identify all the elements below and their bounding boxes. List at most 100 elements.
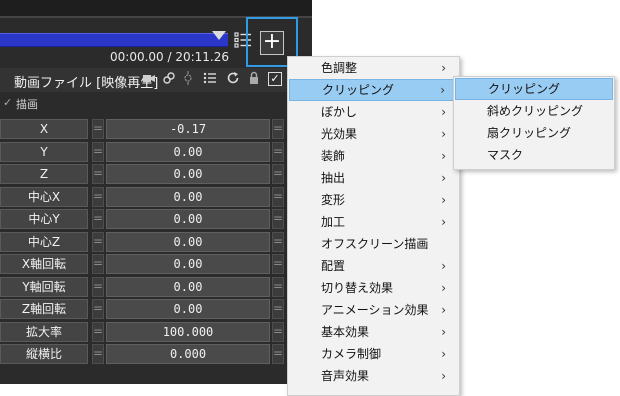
chevron-right-icon: › — [441, 303, 446, 317]
menu-item[interactable]: 抽出 › — [289, 167, 458, 189]
param-value-field[interactable]: 0.00 — [106, 164, 270, 184]
menu-item[interactable]: アニメーション効果 › — [289, 299, 458, 321]
object-enable-checkbox[interactable]: ✓ — [268, 72, 282, 86]
menu-item[interactable]: 加工 › — [289, 211, 458, 233]
submenu-item[interactable]: 扇クリッピング — [455, 122, 613, 144]
decrement-button[interactable]: = — [92, 164, 104, 184]
param-label-button[interactable]: Y — [0, 141, 88, 162]
param-row: 中心Z = 0.00 = — [0, 231, 312, 254]
timecode-display: 00:00.00 / 20:11.26 — [110, 50, 230, 64]
decrement-button[interactable]: = — [92, 299, 104, 319]
param-value-field[interactable]: 0.00 — [106, 141, 270, 162]
param-label-button[interactable]: X軸回転 — [0, 254, 88, 274]
menu-list-icon[interactable] — [203, 71, 217, 89]
seek-bar[interactable] — [0, 33, 228, 47]
param-value-field[interactable]: -0.17 — [106, 119, 270, 139]
refresh-icon[interactable] — [226, 71, 240, 89]
param-value-field[interactable]: 0.00 — [106, 299, 270, 319]
increment-button[interactable]: = — [272, 141, 284, 162]
menu-item-label: 切り替え効果 — [321, 281, 394, 295]
param-value-field[interactable]: 0.00 — [106, 231, 270, 252]
decrement-button[interactable]: = — [92, 231, 104, 252]
decrement-button[interactable]: = — [92, 141, 104, 162]
seek-handle[interactable] — [212, 31, 226, 40]
menu-item[interactable]: クリッピング › — [289, 79, 458, 101]
increment-button[interactable]: = — [272, 231, 284, 252]
decrement-button[interactable]: = — [92, 321, 104, 342]
increment-button[interactable]: = — [272, 164, 284, 184]
menu-item-label: アニメーション効果 — [321, 303, 429, 317]
menu-item-label: 色調整 — [321, 61, 358, 75]
add-filter-button[interactable]: + — [260, 31, 284, 55]
filter-context-menu: 色調整 › クリッピング › ぼかし › 光効果 › 装飾 › 抽出 › 変形 › 加工 › オフスクリーン描画… — [287, 56, 460, 396]
decrement-button[interactable]: = — [92, 209, 104, 229]
chevron-right-icon: › — [441, 171, 446, 185]
param-value-field[interactable]: 0.00 — [106, 209, 270, 229]
param-row: Z軸回転 = 0.00 = — [0, 299, 312, 321]
increment-button[interactable]: = — [272, 254, 284, 274]
link-icon[interactable] — [162, 71, 176, 89]
chevron-right-icon: › — [441, 61, 446, 75]
chevron-down-icon: ✓ — [3, 96, 13, 109]
param-value-field[interactable]: 0.00 — [106, 254, 270, 274]
param-row: 拡大率 = 100.000 = — [0, 321, 312, 344]
menu-item[interactable]: 光効果 › — [289, 123, 458, 145]
param-label-button[interactable]: 縦横比 — [0, 344, 88, 364]
param-row: Y軸回転 = 0.00 = — [0, 276, 312, 299]
menu-item[interactable]: 配置 › — [289, 255, 458, 277]
increment-button[interactable]: = — [272, 209, 284, 229]
menu-item-label: カメラ制御 — [321, 347, 382, 361]
menu-item-label: 装飾 — [321, 149, 346, 163]
increment-button[interactable]: = — [272, 344, 284, 364]
decrement-button[interactable]: = — [92, 344, 104, 364]
increment-button[interactable]: = — [272, 321, 284, 342]
increment-button[interactable]: = — [272, 186, 284, 207]
chevron-right-icon: › — [441, 149, 446, 163]
param-value-field[interactable]: 100.000 — [106, 321, 270, 342]
decrement-button[interactable]: = — [92, 119, 104, 139]
menu-item[interactable]: 切り替え効果 › — [289, 277, 458, 299]
param-row: 中心X = 0.00 = — [0, 186, 312, 209]
lock-icon[interactable] — [248, 71, 260, 89]
menu-item-label: オフスクリーン描画 — [321, 237, 429, 251]
param-label-button[interactable]: 中心Z — [0, 231, 88, 252]
chevron-right-icon: › — [441, 105, 446, 119]
menu-item[interactable]: 色調整 › — [289, 57, 458, 79]
object-title: 動画ファイル [映像再生] — [14, 76, 159, 91]
camera-icon[interactable] — [142, 71, 156, 89]
param-label-button[interactable]: Z軸回転 — [0, 299, 88, 319]
param-value-field[interactable]: 0.00 — [106, 186, 270, 207]
submenu-item[interactable]: マスク — [455, 144, 613, 166]
draw-section-header[interactable]: ✓ 描画 — [0, 94, 312, 112]
submenu-item-label: クリッピング — [488, 82, 561, 96]
decrement-button[interactable]: = — [92, 254, 104, 274]
plus-icon: + — [262, 29, 282, 54]
param-label-button[interactable]: Y軸回転 — [0, 276, 88, 297]
menu-item[interactable]: オフスクリーン描画 — [289, 233, 458, 255]
param-value-field[interactable]: 0.00 — [106, 276, 270, 297]
param-label-button[interactable]: X — [0, 119, 88, 139]
menu-item[interactable]: 装飾 › — [289, 145, 458, 167]
param-label-button[interactable]: 中心Y — [0, 209, 88, 229]
increment-button[interactable]: = — [272, 276, 284, 297]
menu-item[interactable]: 基本効果 › — [289, 321, 458, 343]
increment-button[interactable]: = — [272, 299, 284, 319]
menu-item-label: 加工 — [321, 215, 346, 229]
menu-item[interactable]: カメラ制御 › — [289, 343, 458, 365]
menu-item[interactable]: ぼかし › — [289, 101, 458, 123]
param-row: Z = 0.00 = — [0, 164, 312, 186]
submenu-item[interactable]: クリッピング — [455, 78, 613, 100]
decrement-button[interactable]: = — [92, 186, 104, 207]
sparkle-icon[interactable] — [181, 71, 195, 89]
submenu-item[interactable]: 斜めクリッピング — [455, 100, 613, 122]
param-row: 縦横比 = 0.000 = — [0, 344, 312, 366]
chevron-right-icon: › — [441, 127, 446, 141]
param-label-button[interactable]: Z — [0, 164, 88, 184]
menu-item[interactable]: 変形 › — [289, 189, 458, 211]
increment-button[interactable]: = — [272, 119, 284, 139]
param-label-button[interactable]: 中心X — [0, 186, 88, 207]
param-value-field[interactable]: 0.000 — [106, 344, 270, 364]
decrement-button[interactable]: = — [92, 276, 104, 297]
param-label-button[interactable]: 拡大率 — [0, 321, 88, 342]
menu-item-label: 配置 — [321, 259, 346, 273]
